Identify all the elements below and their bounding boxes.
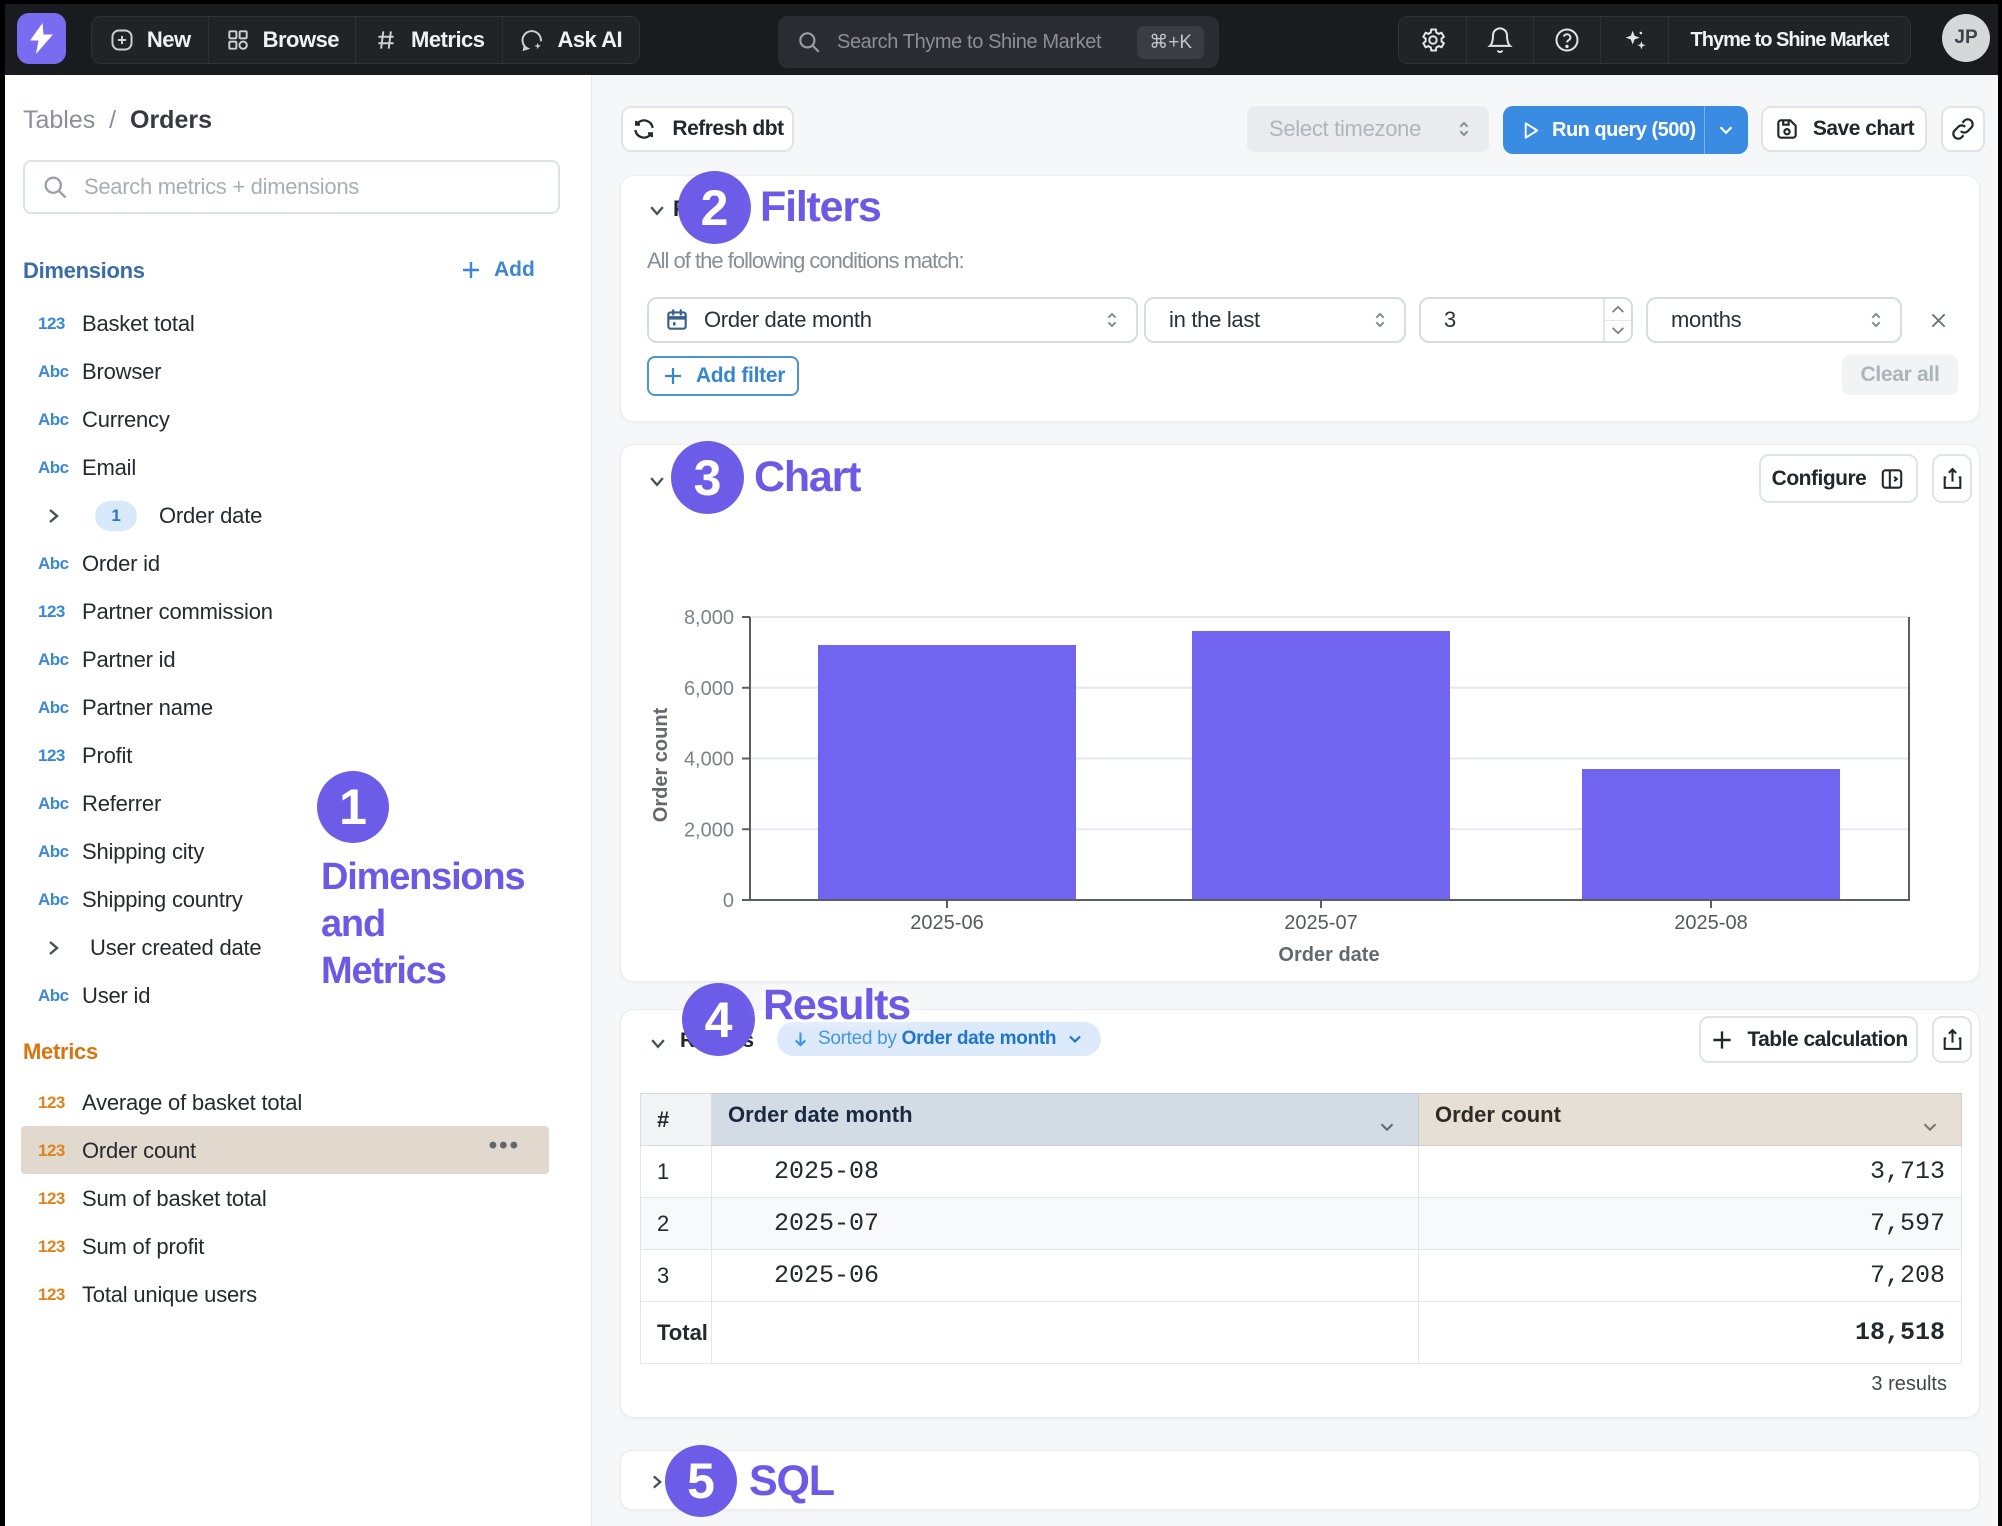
svg-text:Order date: Order date — [1278, 944, 1379, 966]
svg-text:0: 0 — [723, 890, 734, 912]
svg-text:8,000: 8,000 — [684, 607, 734, 629]
svg-text:6,000: 6,000 — [684, 678, 734, 700]
svg-text:2,000: 2,000 — [684, 819, 734, 841]
svg-text:4,000: 4,000 — [684, 749, 734, 771]
svg-text:2025-07: 2025-07 — [1284, 912, 1357, 934]
svg-text:2025-06: 2025-06 — [910, 912, 983, 934]
svg-text:Order count: Order count — [650, 707, 672, 822]
svg-text:2025-08: 2025-08 — [1674, 912, 1747, 934]
